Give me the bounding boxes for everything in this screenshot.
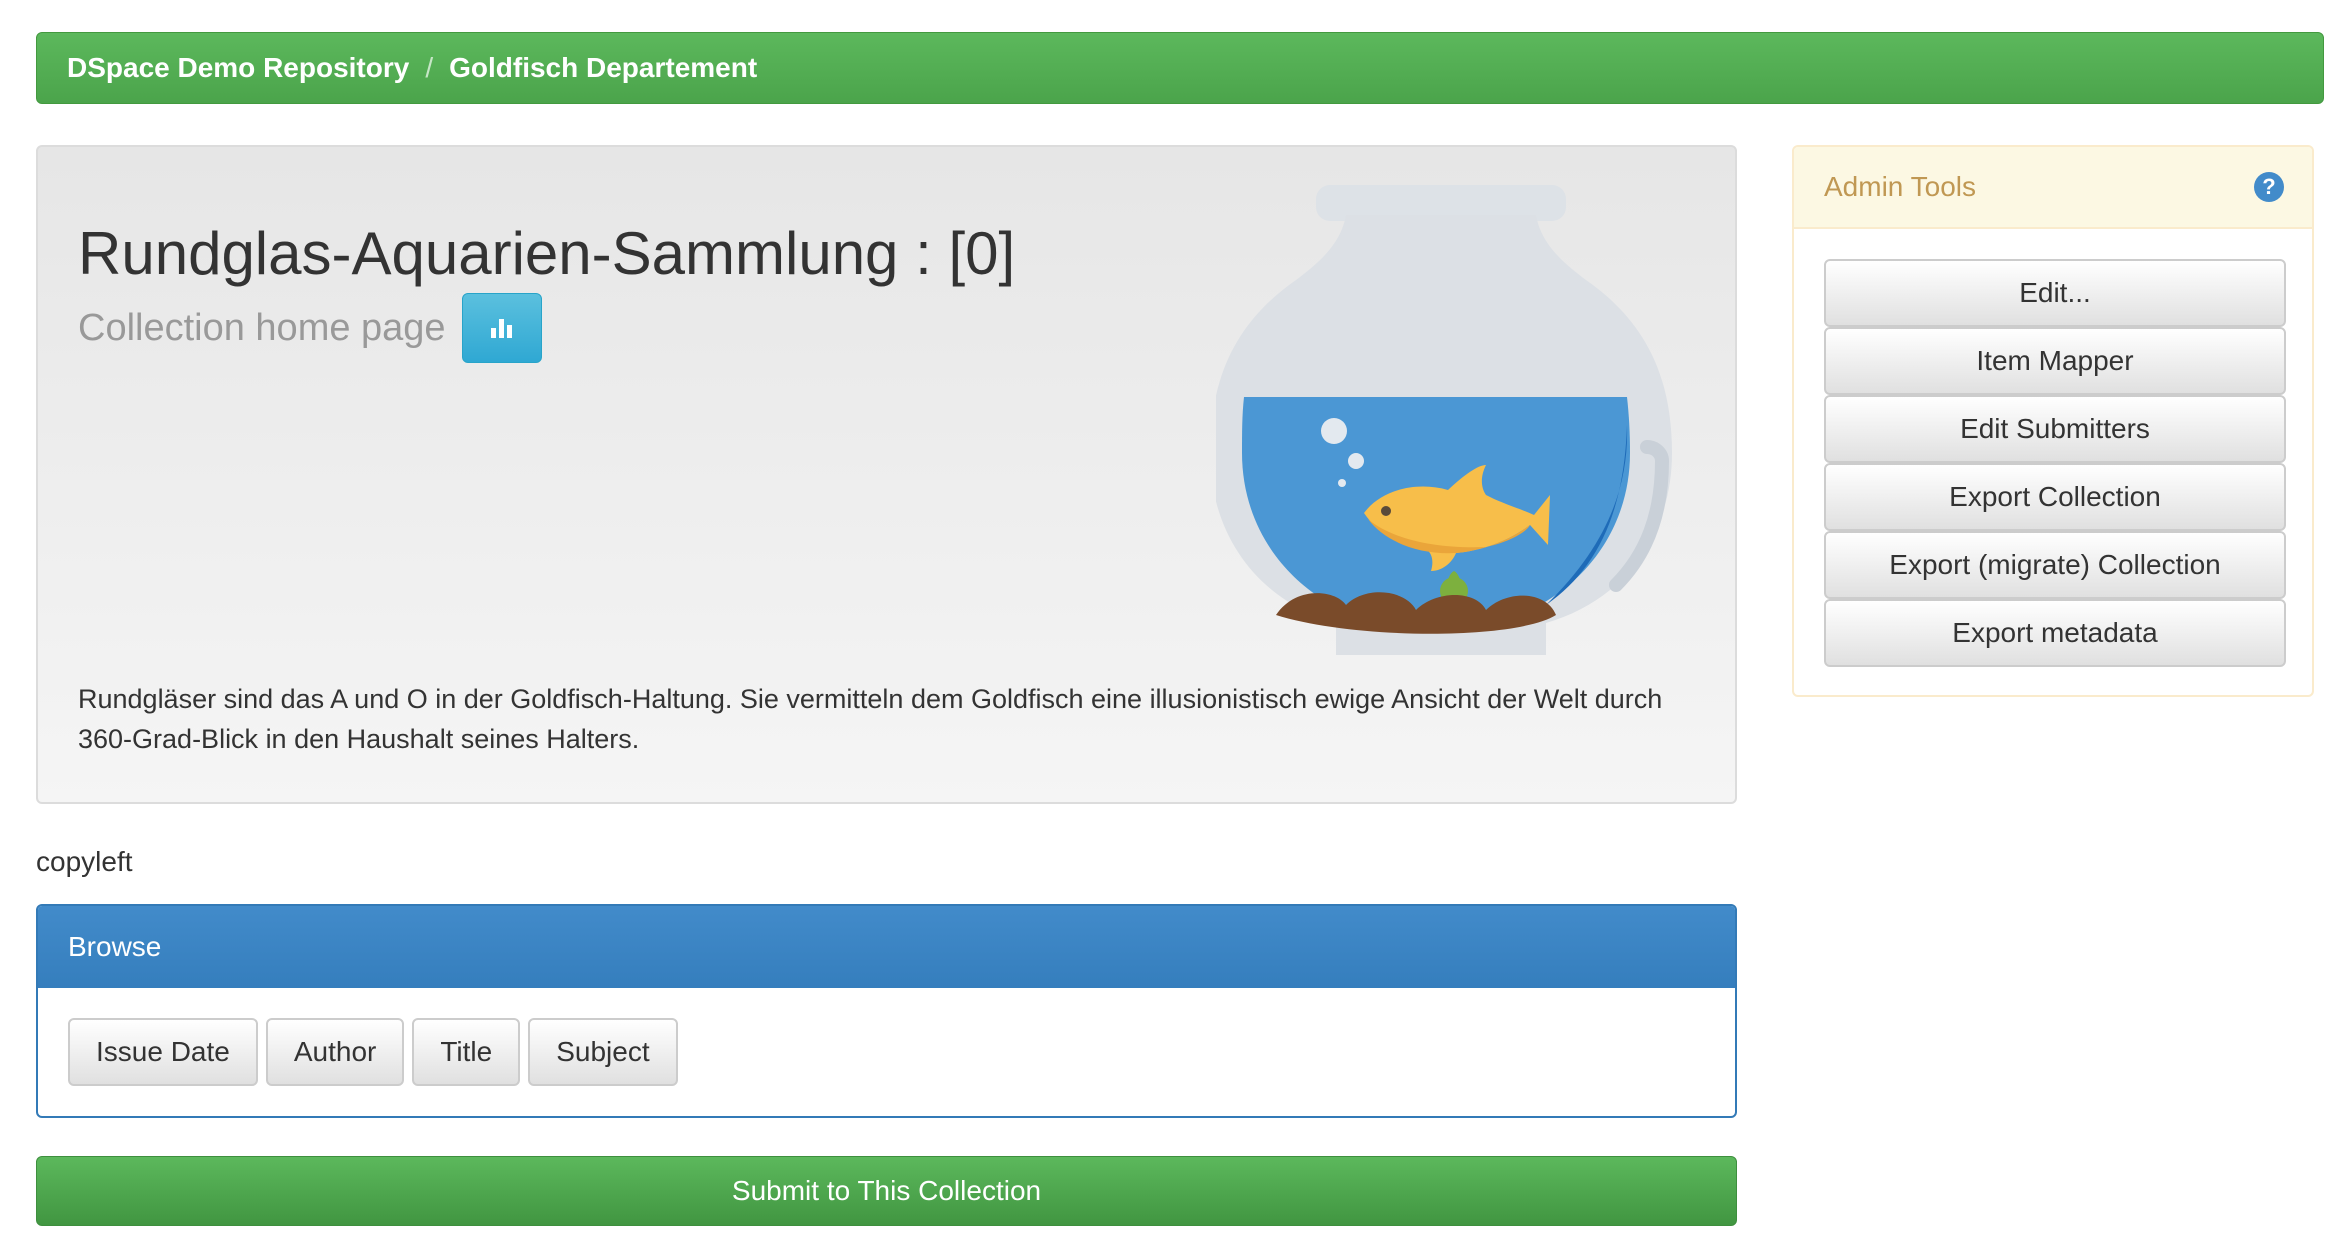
goldfish-bowl-logo: [1216, 185, 1672, 655]
statistics-button[interactable]: [461, 293, 542, 363]
admin-tools-panel: Admin Tools ? Edit... Item Mapper Edit S…: [1792, 145, 2314, 697]
browse-button-group: Issue Date Author Title Subject: [38, 988, 1735, 1086]
page-title: Rundglas-Aquarien-Sammlung : [0]: [78, 220, 1016, 287]
bar-chart-icon: [490, 319, 512, 338]
question-circle-icon[interactable]: ?: [2254, 172, 2284, 202]
browse-subject-button[interactable]: Subject: [528, 1018, 678, 1086]
rights-text: copyleft: [36, 846, 133, 877]
admin-item-mapper-button[interactable]: Item Mapper: [1824, 327, 2286, 395]
admin-export-migrate-collection-button[interactable]: Export (migrate) Collection: [1824, 531, 2286, 599]
admin-export-metadata-button[interactable]: Export metadata: [1824, 599, 2286, 667]
admin-tools-buttons: Edit... Item Mapper Edit Submitters Expo…: [1794, 229, 2312, 667]
subtitle-row: Collection home page: [78, 293, 542, 363]
page-subtitle: Collection home page: [78, 306, 446, 349]
browse-panel: Browse Issue Date Author Title Subject: [36, 904, 1737, 1118]
admin-tools-heading: Admin Tools: [1824, 171, 1977, 202]
breadcrumb-repository-link[interactable]: DSpace Demo Repository: [67, 52, 409, 84]
submit-to-collection-button[interactable]: Submit to This Collection: [36, 1156, 1737, 1226]
breadcrumb: DSpace Demo Repository / Goldfisch Depar…: [36, 32, 2324, 104]
breadcrumb-department-link[interactable]: Goldfisch Departement: [449, 52, 757, 84]
admin-tools-heading-row: Admin Tools ?: [1794, 147, 2312, 229]
admin-edit-button[interactable]: Edit...: [1824, 259, 2286, 327]
collection-description: Rundgläser sind das A und O in der Goldf…: [78, 684, 1663, 754]
browse-author-button[interactable]: Author: [265, 1018, 405, 1086]
collection-header: Rundglas-Aquarien-Sammlung : [0] Collect…: [36, 145, 1737, 804]
browse-issue-date-button[interactable]: Issue Date: [68, 1018, 258, 1086]
admin-edit-submitters-button[interactable]: Edit Submitters: [1824, 395, 2286, 463]
browse-title-button[interactable]: Title: [412, 1018, 521, 1086]
breadcrumb-separator: /: [425, 52, 434, 83]
browse-heading: Browse: [38, 906, 1735, 988]
admin-export-collection-button[interactable]: Export Collection: [1824, 463, 2286, 531]
